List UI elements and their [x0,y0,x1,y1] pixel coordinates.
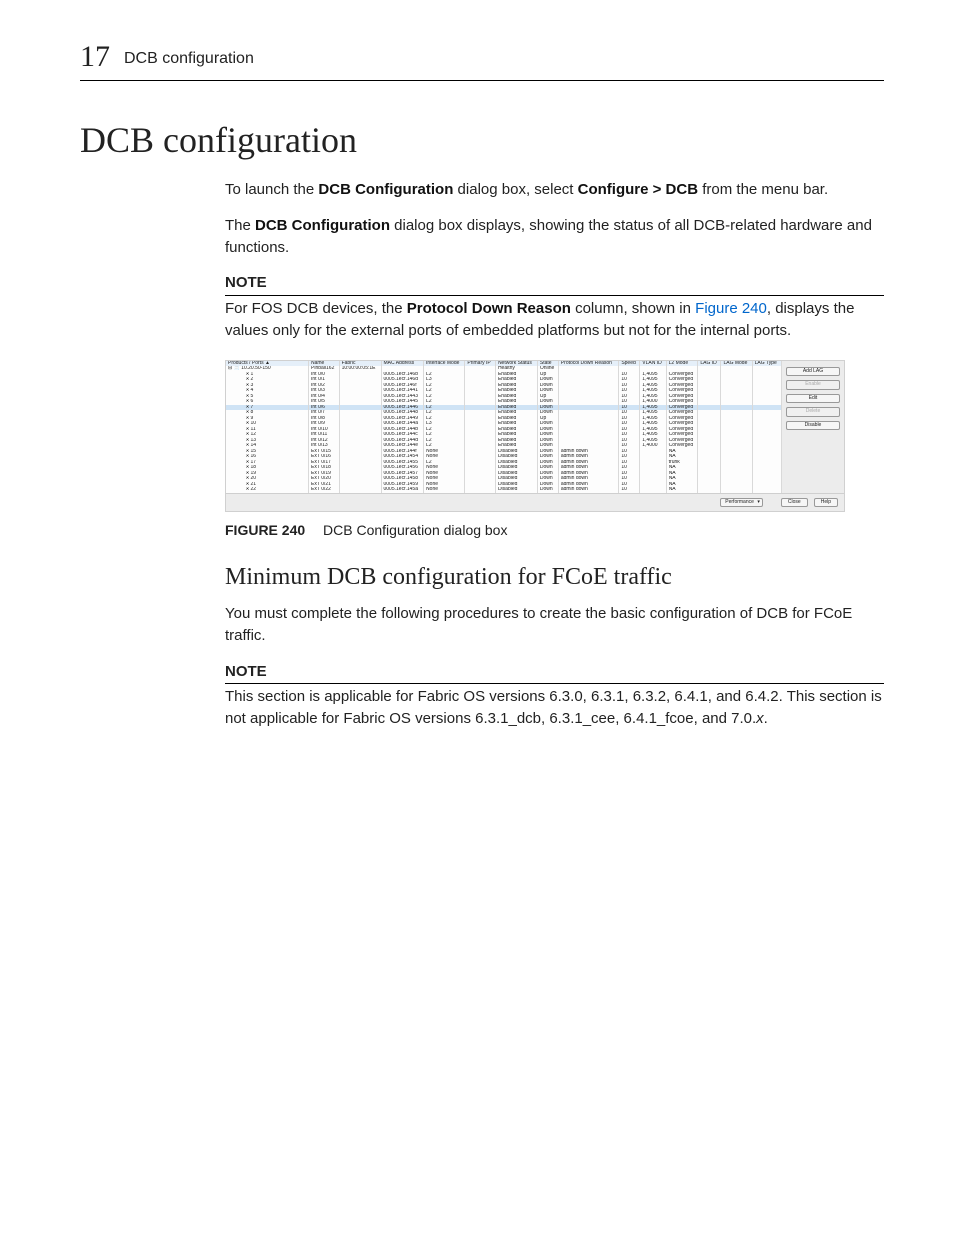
figure-caption-text: DCB Configuration dialog box [323,522,507,538]
performance-dropdown[interactable]: Performance [720,498,763,508]
note2-label: NOTE [225,661,884,685]
dcb-config-figure: Products / Ports ▲NameFabricMAC AddressI… [225,360,845,513]
note1-body: For FOS DCB devices, the Protocol Down R… [225,298,884,342]
intro-p1: To launch the DCB Configuration dialog b… [225,179,884,201]
intro-p2: The DCB Configuration dialog box display… [225,215,884,259]
subsection-body: You must complete the following procedur… [225,603,884,730]
dcb-ports-table-wrap: Products / Ports ▲NameFabricMAC AddressI… [226,361,782,493]
note-label: NOTE [225,272,884,296]
chapter-number: 17 [80,40,110,74]
col-header[interactable]: Protocol Down Reason [558,361,619,367]
figure-caption: FIGURE 240 DCB Configuration dialog box [225,522,884,538]
note2-body: This section is applicable for Fabric OS… [225,686,884,730]
intro-block: To launch the DCB Configuration dialog b… [225,179,884,342]
figure-caption-lead: FIGURE 240 [225,522,305,538]
subsection-heading: Minimum DCB configuration for FCoE traff… [225,564,884,591]
dcb-dialog-footer: Performance Close Help [226,493,844,512]
dcb-side-buttons: Add LAG Enable Edit Delete Disable [782,361,844,493]
dcb-ports-table: Products / Ports ▲NameFabricMAC AddressI… [226,361,782,493]
table-row[interactable]: 🞫 22ExT 0/220005.1ecf.145aNoneDisabledDo… [226,487,782,493]
help-button[interactable]: Help [814,498,838,508]
disable-button[interactable]: Disable [786,421,840,431]
edit-button[interactable]: Edit [786,394,840,404]
col-header[interactable]: Interface Mode [424,361,465,367]
col-header[interactable]: Primary IP [465,361,496,367]
enable-button: Enable [786,380,840,390]
close-button[interactable]: Close [781,498,808,508]
delete-button: Delete [786,407,840,417]
add-lag-button[interactable]: Add LAG [786,367,840,377]
running-header: 17 DCB configuration [80,40,884,81]
chapter-title: DCB configuration [124,50,254,68]
page-title: DCB configuration [80,119,884,161]
figure-240-xref[interactable]: Figure 240 [695,300,767,317]
sub-p1: You must complete the following procedur… [225,603,884,647]
